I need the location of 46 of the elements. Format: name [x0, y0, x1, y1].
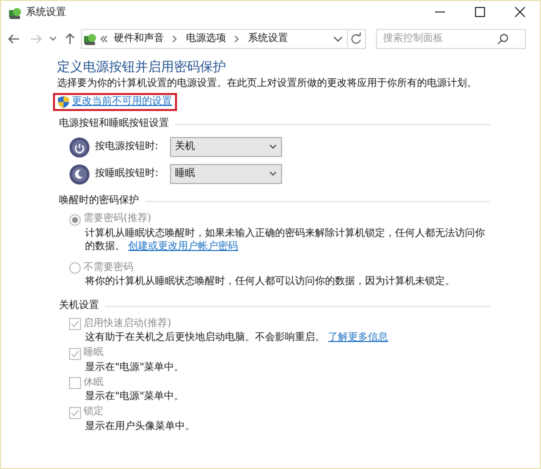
address-bar[interactable]: 硬件和声音 电源选项 系统设置: [81, 29, 366, 49]
setting-label: 按电源按钮时:: [95, 141, 160, 154]
description-text: 显示在"电源"菜单中。: [85, 390, 186, 404]
caret-icon[interactable]: [49, 35, 57, 43]
caret-icon: [269, 171, 277, 178]
description-text: 显示在用户头像菜单中。: [85, 420, 196, 433]
breadcrumb-item[interactable]: 系统设置: [248, 32, 288, 46]
page-heading: 定义电源按钮并启用密码保护: [57, 60, 227, 76]
settings-link[interactable]: 更改当前不可用的设置: [72, 96, 172, 108]
section-title: 关机设置: [59, 300, 99, 313]
caret-icon: [269, 144, 277, 150]
option-label: 需要密码(推荐): [84, 213, 152, 226]
breadcrumb-item[interactable]: 硬件和声音: [114, 32, 164, 46]
chevron-icon: [100, 35, 108, 43]
description-text: 选择要为你的计算机设置的电源设置。在此页上对设置所做的更改将应用于你所有的电源计划。: [57, 78, 478, 90]
dropdown-icon[interactable]: [333, 35, 343, 43]
control-panel-icon: [7, 6, 21, 20]
control-panel-icon: [82, 32, 96, 46]
back-icon[interactable]: [7, 32, 21, 46]
shield-icon: [58, 96, 69, 108]
section-title: 电源按钮和睡眠按钮设置: [59, 118, 169, 131]
chevron-icon: [172, 35, 178, 43]
search-field[interactable]: 搜索控制面板: [377, 32, 497, 46]
dropdown[interactable]: 睡眠: [170, 164, 282, 184]
option-label: 睡眠: [84, 347, 104, 360]
description-text: 将你的计算机从睡眠状态唤醒时，任何人都可以访问你的数据，因为计算机未锁定。: [85, 275, 456, 288]
chevron-icon: [234, 35, 240, 43]
up-icon[interactable]: [63, 32, 77, 46]
section-title: 唤醒时的密码保护: [59, 194, 139, 208]
search-box[interactable]: 搜索控制面板: [376, 29, 526, 49]
description-text: 计算机从睡眠状态唤醒时，如果未输入正确的密码来解除计算机锁定，任何人都无法访问你的数据。 创建或更改用户帐户密码: [85, 226, 486, 253]
option-label: 锁定: [84, 406, 104, 419]
close-icon[interactable]: [515, 7, 525, 18]
option-label: 不需要密码: [84, 262, 134, 274]
dropdown[interactable]: 关机: [170, 137, 282, 158]
option-label: 休眠: [84, 376, 104, 390]
setting-label: 按睡眠按钮时:: [95, 168, 160, 181]
description-text: 这有助于在关机之后更快地启动电脑。不会影响重启。 了解更多信息: [85, 331, 390, 344]
breadcrumb-item[interactable]: 电源选项: [186, 32, 226, 46]
search-icon: [497, 33, 509, 45]
window-title: 系统设置: [26, 6, 66, 20]
moon-icon: [69, 164, 90, 185]
power-icon: [69, 136, 90, 158]
description-text: 显示在"电源"菜单中。: [85, 360, 186, 374]
option-label: 启用快速启动(推荐): [84, 318, 172, 330]
maximize-icon[interactable]: [475, 7, 485, 18]
